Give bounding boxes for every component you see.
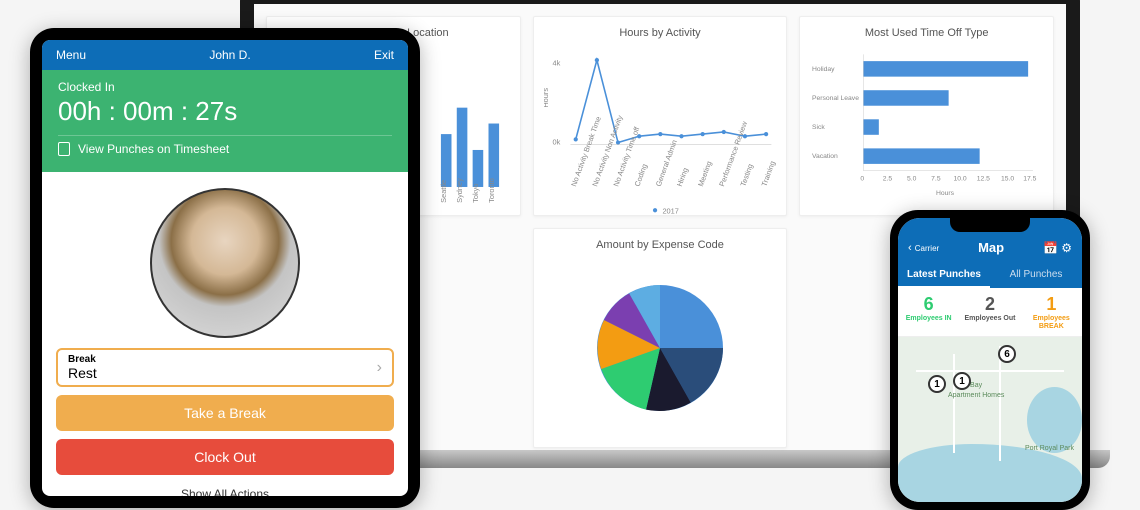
header-icons[interactable]: 📅 ⚙ [1043,241,1072,255]
svg-text:Toronto: Toronto [487,178,496,203]
chart-card-activity: Hours by Activity 4k 0k Hours No Ac [533,16,788,216]
employee-avatar [150,188,300,338]
map-view[interactable]: Port Royal Park ner Bay Apartment Homes … [898,337,1082,502]
hbar-chart-timeoff: Holiday Personal Leave Sick Vacation 0 2.… [810,47,1043,207]
document-icon [58,142,70,156]
chart-title: Most Used Time Off Type [810,27,1043,39]
chart-title: Amount by Expense Code [544,239,777,251]
svg-text:7.5: 7.5 [932,175,942,182]
svg-text:2.5: 2.5 [883,175,893,182]
svg-text:2017: 2017 [662,206,678,215]
svg-text:Hiring: Hiring [675,166,690,187]
map-label-park: Port Royal Park [1025,445,1074,452]
stat-employees-break[interactable]: 1 Employees BREAK [1021,288,1082,336]
phone-title: Map [978,240,1004,255]
chart-title: Hours by Activity [544,27,777,39]
line-chart-activity: 4k 0k Hours No Activity Break Time No Ac… [544,47,777,221]
break-value: Rest [68,365,97,381]
svg-text:Meeting: Meeting [696,160,713,188]
svg-text:Testing: Testing [738,163,754,188]
svg-text:4k: 4k [552,58,560,67]
avatar-container [42,172,408,348]
phone-tabs: Latest Punches All Punches [898,263,1082,288]
svg-text:Training: Training [759,160,776,188]
svg-text:Tokyo: Tokyo [471,184,480,203]
tablet-header: Menu John D. Exit [42,40,408,70]
stat-employees-in[interactable]: 6 Employees IN [898,288,959,336]
map-pin[interactable]: 1 [928,375,946,393]
view-punches-link[interactable]: View Punches on Timesheet [58,135,392,162]
svg-text:Holiday: Holiday [812,66,835,73]
svg-text:10.0: 10.0 [954,175,967,182]
clock-out-button[interactable]: Clock Out [56,439,394,475]
break-label: Break [68,354,97,365]
svg-text:General Admin: General Admin [653,139,678,188]
svg-text:Hours: Hours [936,190,955,197]
svg-text:12.5: 12.5 [977,175,990,182]
back-button[interactable]: ‹ Carrier [908,242,939,254]
svg-text:0k: 0k [552,138,560,147]
take-break-button[interactable]: Take a Break [56,395,394,431]
break-selector[interactable]: Break Rest › [56,348,394,387]
stat-employees-out[interactable]: 2 Employees Out [959,288,1020,336]
svg-text:Vacation: Vacation [812,153,838,160]
clocked-time: 00h : 00m : 27s [58,96,392,127]
svg-text:Sick: Sick [812,124,825,131]
chevron-right-icon: › [377,359,382,377]
svg-text:15.0: 15.0 [1001,175,1014,182]
chart-card-expense: Amount by Expense Code [533,228,788,448]
phone-header: ‹ Carrier Map 📅 ⚙ [898,236,1082,263]
chevron-left-icon: ‹ [908,242,912,254]
svg-text:Personal Leave: Personal Leave [812,95,859,102]
svg-text:Hours: Hours [544,88,550,108]
map-pin[interactable]: 6 [998,345,1016,363]
svg-text:Sydney: Sydney [455,178,464,203]
pie-chart-expense [590,278,730,418]
tab-latest-punches[interactable]: Latest Punches [898,263,990,288]
svg-text:Seattle: Seattle [439,180,448,203]
svg-text:0: 0 [861,175,865,182]
clocked-in-panel: Clocked In 00h : 00m : 27s View Punches … [42,70,408,172]
user-name: John D. [209,48,250,62]
menu-link[interactable]: Menu [56,48,86,62]
phone-notch [950,218,1030,232]
clocked-label: Clocked In [58,80,392,94]
view-punches-label: View Punches on Timesheet [78,142,229,156]
exit-link[interactable]: Exit [374,48,394,62]
svg-text:Coding: Coding [632,163,648,188]
employee-stats: 6 Employees IN 2 Employees Out 1 Employe… [898,288,1082,337]
map-label-apt: Apartment Homes [948,392,1004,399]
phone-device: ‹ Carrier Map 📅 ⚙ Latest Punches All Pun… [890,210,1090,510]
svg-text:17.5: 17.5 [1024,175,1037,182]
tablet-screen: Menu John D. Exit Clocked In 00h : 00m :… [42,40,408,496]
tab-all-punches[interactable]: All Punches [990,263,1082,288]
phone-screen: ‹ Carrier Map 📅 ⚙ Latest Punches All Pun… [898,218,1082,502]
svg-text:5.0: 5.0 [907,175,917,182]
tablet-device: Menu John D. Exit Clocked In 00h : 00m :… [30,28,420,508]
chart-card-timeoff: Most Used Time Off Type Holiday Personal… [799,16,1054,216]
show-all-actions-link[interactable]: Show All Actions [56,483,394,496]
